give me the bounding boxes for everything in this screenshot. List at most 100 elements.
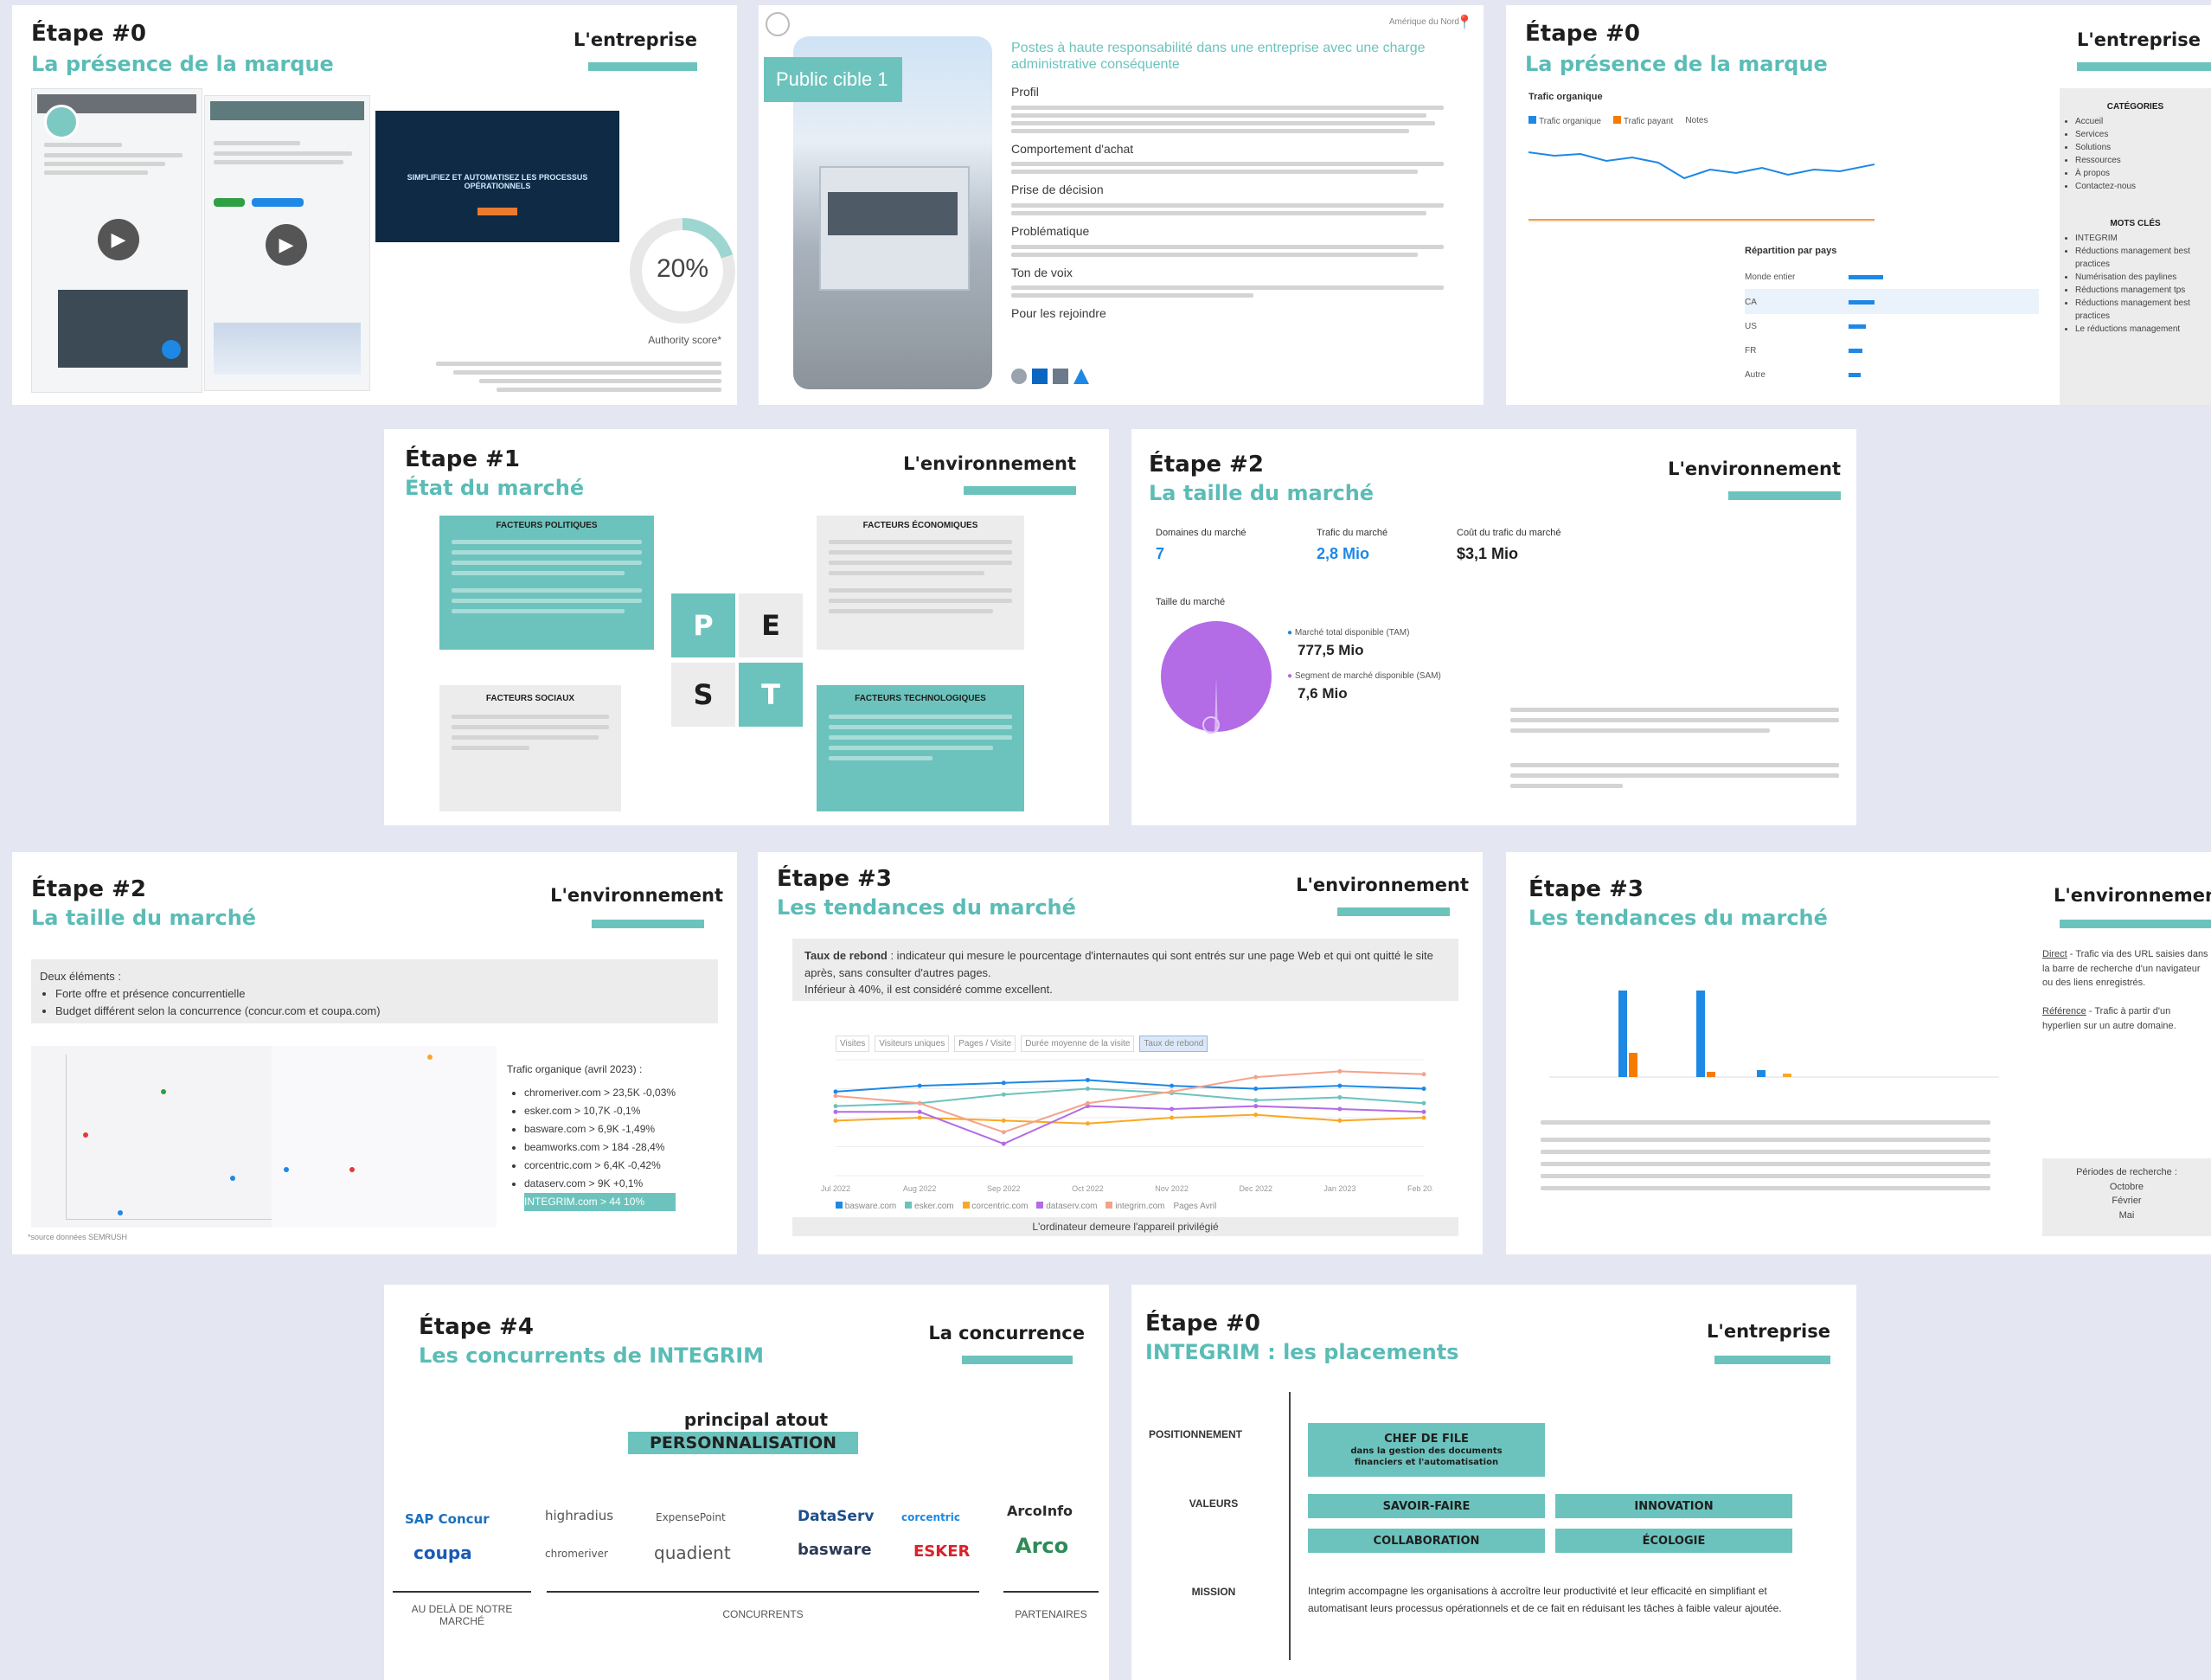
chart-tab-active[interactable]: Taux de rebond: [1139, 1036, 1208, 1052]
category-item: Solutions: [2075, 141, 2211, 154]
social-profile-mock: ▶: [31, 88, 202, 393]
expensepoint-logo: ExpensePoint: [656, 1511, 726, 1523]
slide-kicker: Étape #3: [777, 866, 892, 892]
intro-box: Deux éléments : Forte offre et présence …: [31, 959, 718, 1023]
keyword-item: Numérisation des paylines: [2075, 271, 2211, 284]
brand-logo-icon: [766, 12, 790, 36]
traffic-item-highlight: INTEGRIM.com > 44 10%: [524, 1193, 676, 1211]
slide-kicker: Étape #0: [31, 21, 146, 47]
section-underline: [592, 920, 704, 928]
chart-tab[interactable]: Visites: [836, 1036, 870, 1052]
slide-brand-presence-2[interactable]: Étape #0 La présence de la marque L'entr…: [1506, 5, 2211, 405]
traffic-bar-chart: [1549, 991, 1999, 1078]
data-point: [1337, 1106, 1343, 1112]
table-row[interactable]: CA: [1745, 290, 2039, 314]
metric-label: Coût du trafic du marché: [1457, 528, 1561, 538]
table-row[interactable]: FR: [1745, 338, 2039, 362]
table-row[interactable]: Monde entier: [1745, 265, 2039, 290]
table-row[interactable]: Autre: [1745, 362, 2039, 387]
play-icon[interactable]: ▶: [98, 219, 139, 260]
data-point: [1001, 1092, 1006, 1097]
x-tick-label: Dec 2022: [1239, 1184, 1272, 1193]
category-item: À propos: [2075, 167, 2211, 180]
chart-tabs: Visites Visiteurs uniques Pages / Visite…: [836, 1036, 1208, 1052]
gauge-value: 20%: [656, 254, 709, 283]
slide-placements[interactable]: Étape #0 INTEGRIM : les placements L'ent…: [1131, 1285, 1856, 1680]
slide-market-trends-2[interactable]: Étape #3 Les tendances du marché L'envir…: [1506, 852, 2211, 1254]
metric-value: 7: [1156, 545, 1165, 562]
segment-label: CONCURRENTS: [722, 1608, 804, 1620]
atout-label: principal atout: [683, 1409, 829, 1430]
period-item: Mai: [2118, 1209, 2135, 1221]
segment-label: AU DELÀ DE NOTRE MARCHÉ: [411, 1603, 513, 1627]
slide-market-size-1[interactable]: Étape #2 La taille du marché L'environne…: [1131, 429, 1856, 825]
traffic-item: chromeriver.com > 23,5K -0,03%: [524, 1084, 676, 1102]
traffic-legend: Trafic organique Trafic payant Notes: [1528, 116, 1708, 126]
location-pin-icon: 📍: [1456, 16, 1473, 30]
section-underline: [1714, 1356, 1830, 1364]
persona-section-heading: Profil: [1011, 85, 1039, 99]
bounce-rate-info: Taux de rebond : indicateur qui mesure l…: [792, 939, 1458, 1001]
traffic-chart-title: Trafic organique: [1528, 92, 1603, 102]
pest-box-political: FACTEURS POLITIQUES: [439, 516, 654, 650]
categories-panel: CATÉGORIES Accueil Services Solutions Re…: [2060, 88, 2211, 405]
slide-market-state[interactable]: Étape #1 État du marché L'environnement …: [384, 429, 1109, 825]
value-box: INNOVATION: [1555, 1494, 1792, 1518]
data-point: [917, 1115, 922, 1120]
slide-target-persona[interactable]: Public cible 1 Amérique du Nord 📍 Postes…: [759, 5, 1484, 405]
section-label: L'environnement: [2054, 885, 2211, 906]
play-icon[interactable]: ▶: [266, 224, 307, 266]
quadient-logo: quadient: [654, 1542, 731, 1563]
market-size-pie: [1161, 621, 1272, 734]
data-point: [1337, 1083, 1343, 1088]
persona-section-heading: Pour les rejoindre: [1011, 306, 1106, 321]
category-item: Ressources: [2075, 154, 2211, 167]
row-label: MISSION: [1191, 1586, 1236, 1598]
slide-title: La présence de la marque: [31, 52, 334, 76]
slide-brand-presence-1[interactable]: Étape #0 La présence de la marque L'entr…: [12, 5, 737, 405]
tam-label: ● Marché total disponible (TAM): [1287, 628, 1410, 638]
section-label: L'environnement: [1296, 875, 1469, 895]
traffic-item: basware.com > 6,9K -1,49%: [524, 1120, 676, 1138]
data-point: [1170, 1106, 1175, 1112]
app-icon[interactable]: [1073, 369, 1089, 384]
linkedin-icon[interactable]: [1032, 369, 1048, 384]
data-point: [917, 1109, 922, 1114]
keyword-item: INTEGRIM: [2075, 232, 2211, 245]
data-point: [1253, 1074, 1259, 1080]
data-point: [1085, 1100, 1090, 1106]
pie-title: Taille du marché: [1156, 597, 1226, 607]
category-item: Accueil: [2075, 115, 2211, 128]
slide-competitors[interactable]: Étape #4 Les concurrents de INTEGRIM La …: [384, 1285, 1109, 1680]
series-line: [836, 1105, 1425, 1145]
persona-section-heading: Prise de décision: [1011, 183, 1104, 197]
section-label: L'environnement: [550, 885, 723, 906]
traffic-item: esker.com > 10,7K -0,1%: [524, 1102, 676, 1120]
keyword-item: Réductions management best practices: [2075, 297, 2211, 323]
pest-letter-s: S: [671, 663, 735, 727]
chart-tab[interactable]: Pages / Visite: [954, 1036, 1016, 1052]
slide-market-trends-1[interactable]: Étape #3 Les tendances du marché L'envir…: [758, 852, 1483, 1254]
tam-value: 777,5 Mio: [1298, 642, 1364, 658]
pest-letter-p: P: [671, 593, 735, 657]
value-box: ÉCOLOGIE: [1555, 1529, 1792, 1553]
web-icon[interactable]: [1011, 369, 1027, 384]
data-point: [1253, 1104, 1259, 1109]
arco-logo: Arco: [1016, 1534, 1069, 1558]
data-point: [1337, 1118, 1343, 1123]
social-icons: [1011, 369, 1089, 384]
x-tick-label: Jul 2022: [821, 1184, 850, 1193]
slide-title: La taille du marché: [1149, 481, 1375, 505]
chart-tab[interactable]: Visiteurs uniques: [875, 1036, 950, 1052]
chromeriver-logo: chromeriver: [545, 1548, 608, 1560]
chart-tab[interactable]: Durée moyenne de la visite: [1021, 1036, 1135, 1052]
keyword-item: Le réductions management: [2075, 323, 2211, 336]
pest-box-social: FACTEURS SOCIAUX: [439, 685, 621, 811]
data-point: [1337, 1068, 1343, 1074]
traffic-heading: Trafic organique (avril 2023) :: [507, 1063, 643, 1075]
sap-concur-logo: SAP Concur: [405, 1511, 490, 1527]
table-row[interactable]: US: [1745, 314, 2039, 338]
slide-market-size-2[interactable]: Étape #2 La taille du marché L'environne…: [12, 852, 737, 1254]
data-point: [1253, 1113, 1259, 1118]
podcast-icon[interactable]: [1053, 369, 1068, 384]
